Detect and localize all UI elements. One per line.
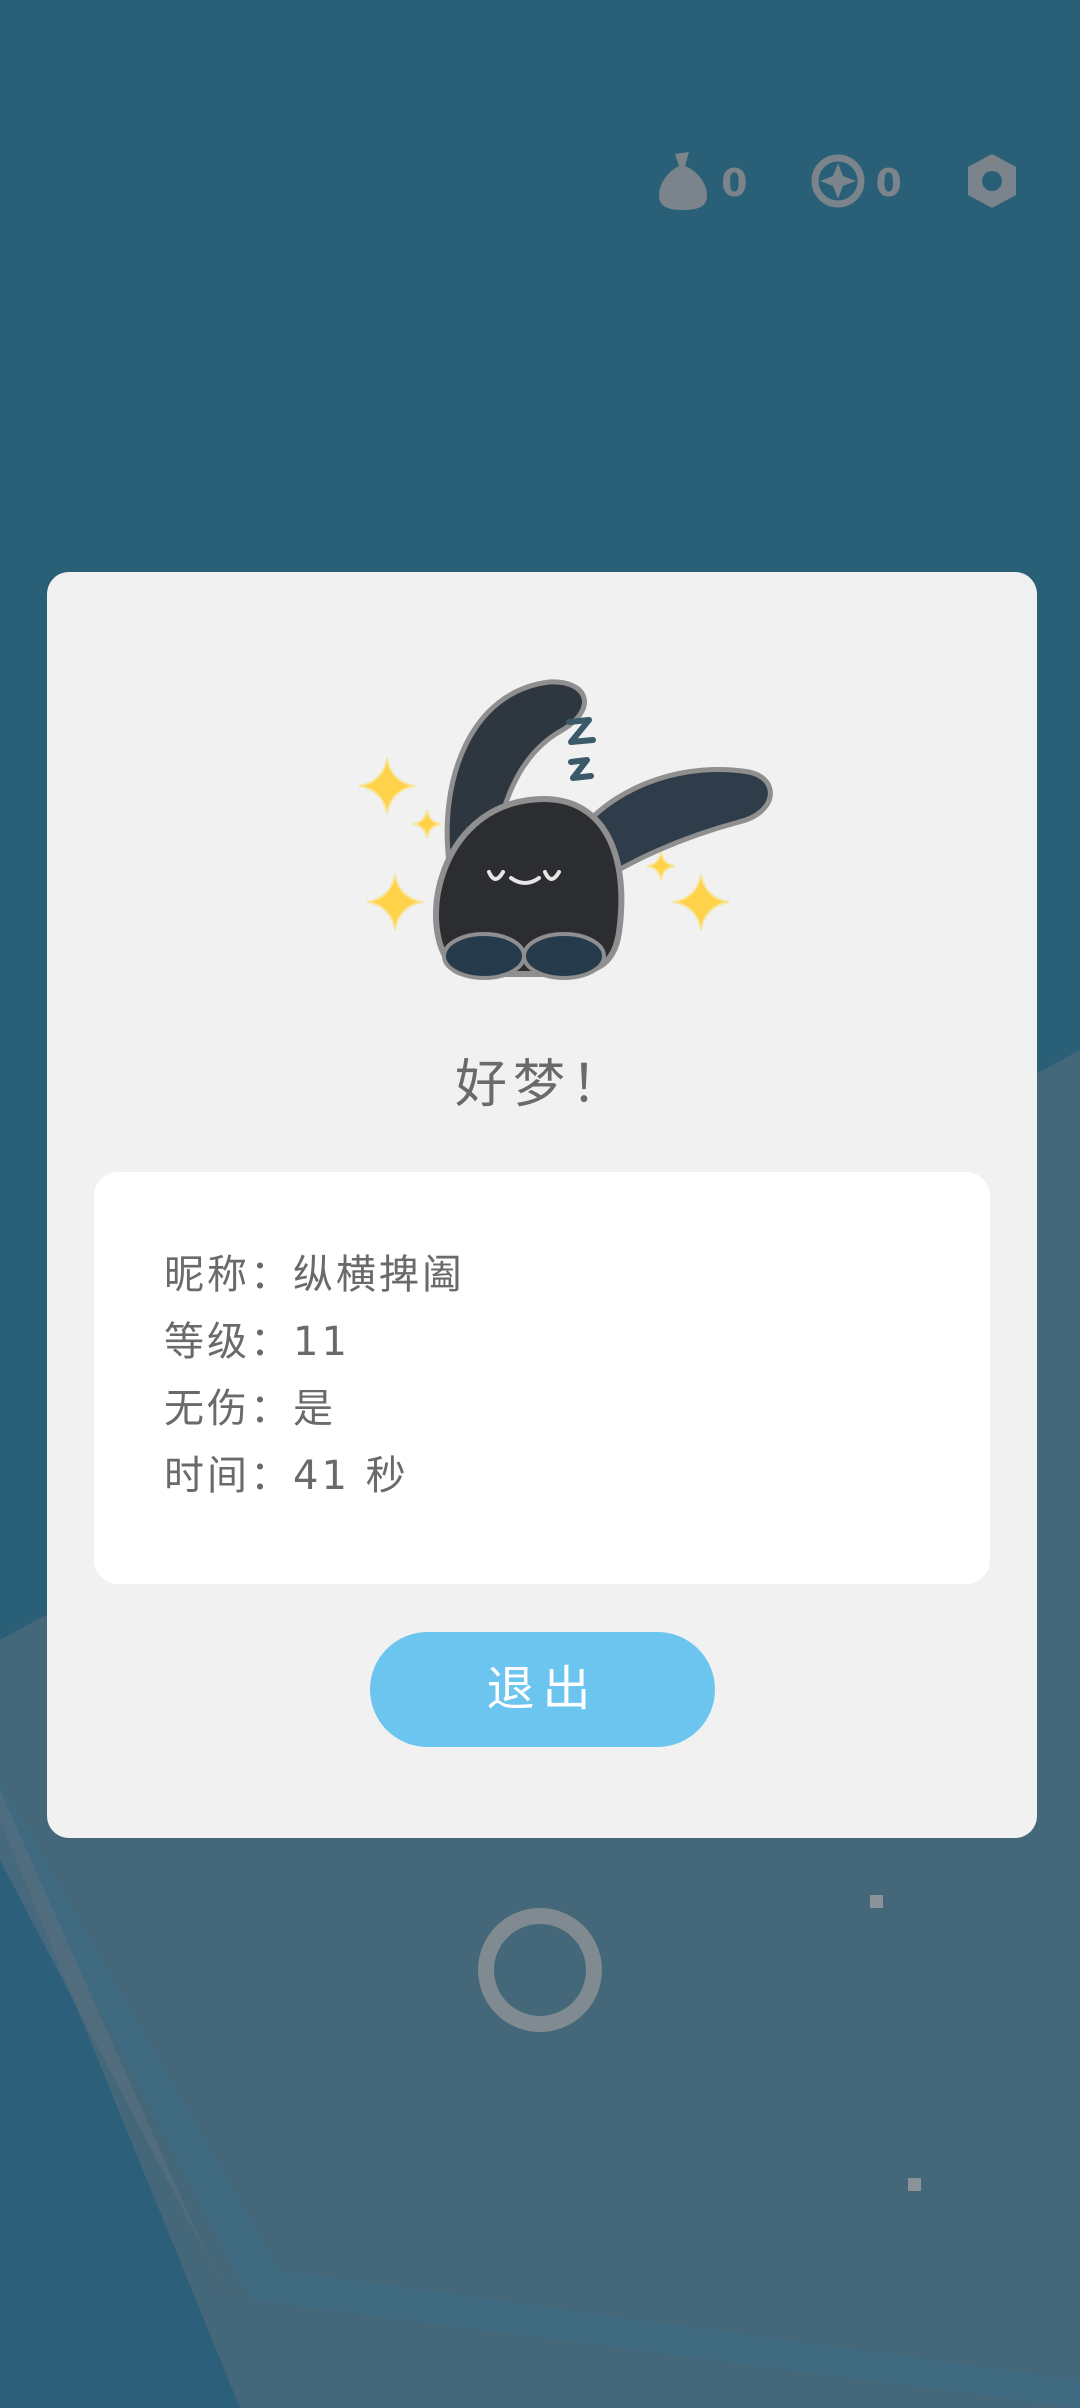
info-row-no-damage: 无伤：是 — [164, 1376, 465, 1443]
dialog-title: 好梦！ — [454, 1055, 629, 1115]
info-label: 时间 — [164, 1453, 250, 1499]
info-value: 41 秒 — [293, 1453, 409, 1499]
coin-bag-icon — [655, 150, 711, 216]
compass-count: 0 — [875, 161, 902, 205]
info-row-nickname: 昵称：纵横捭阖 — [164, 1242, 465, 1309]
ring-icon — [478, 1908, 602, 2032]
info-separator: ： — [250, 1453, 293, 1499]
info-label: 昵称 — [164, 1252, 250, 1298]
particle-dot — [908, 2178, 921, 2191]
info-value: 是 — [293, 1386, 336, 1432]
sleep-z-icon — [566, 717, 596, 781]
info-value: 11 — [293, 1319, 350, 1365]
coin-count: 0 — [721, 161, 748, 205]
info-separator: ： — [250, 1319, 293, 1365]
hud-bar: 0 0 — [655, 150, 1020, 216]
info-separator: ： — [250, 1252, 293, 1298]
info-value: 纵横捭阖 — [293, 1252, 465, 1298]
info-label: 等级 — [164, 1319, 250, 1365]
particle-dot — [870, 1895, 883, 1908]
exit-button[interactable]: 退出 — [370, 1632, 715, 1747]
info-label: 无伤 — [164, 1386, 250, 1432]
compass-icon — [810, 153, 866, 213]
compass-counter: 0 — [810, 153, 902, 213]
info-separator: ： — [250, 1386, 293, 1432]
result-dialog: 好梦！ 昵称：纵横捭阖 等级：11 无伤：是 时间：41 秒 退出 — [47, 572, 1037, 1838]
info-list: 昵称：纵横捭阖 等级：11 无伤：是 时间：41 秒 — [164, 1242, 465, 1510]
coin-counter: 0 — [655, 150, 748, 216]
info-row-level: 等级：11 — [164, 1309, 465, 1376]
sleeping-bunny-illustration — [358, 679, 773, 980]
info-row-time: 时间：41 秒 — [164, 1443, 465, 1510]
settings-hexagon-icon[interactable] — [964, 152, 1020, 214]
